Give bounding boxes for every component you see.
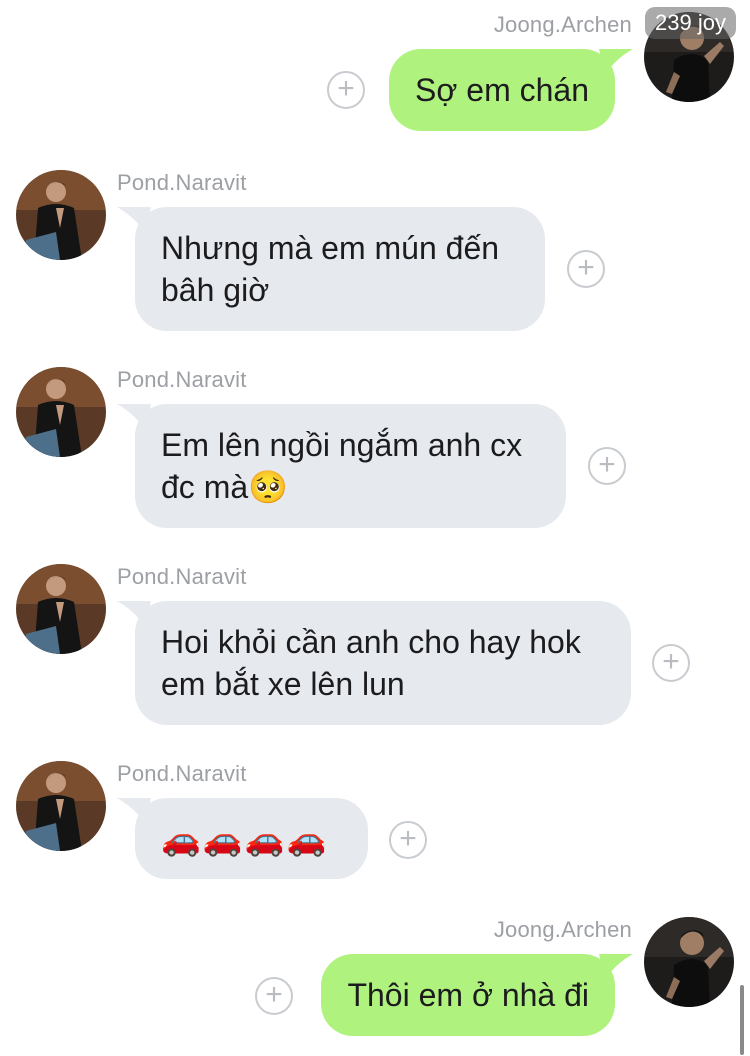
message-text: bâh giờ — [161, 272, 270, 308]
avatar[interactable] — [16, 367, 106, 457]
message-bubble[interactable]: Em lên ngồi ngắm anh cx đc mà🥺 — [117, 404, 566, 528]
message-bubble[interactable]: Nhưng mà em mún đến bâh giờ — [117, 207, 545, 331]
avatar-photo — [644, 917, 734, 1007]
message-text: Hoi khỏi cần anh cho hay hok — [161, 624, 581, 660]
add-reaction-button[interactable]: + — [652, 644, 690, 682]
avatar[interactable] — [644, 917, 734, 1007]
add-reaction-button[interactable]: + — [567, 250, 605, 288]
add-reaction-button[interactable]: + — [327, 71, 365, 109]
scrollbar[interactable] — [740, 985, 744, 1055]
avatar-photo — [16, 564, 106, 654]
message-bubble[interactable]: Thôi em ở nhà đi — [321, 954, 633, 1036]
message-text: đc mà🥺 — [161, 469, 288, 505]
bubble-tail — [117, 404, 151, 430]
avatar-photo — [16, 170, 106, 260]
message-text: Nhưng mà em mún đến — [161, 230, 500, 266]
avatar[interactable] — [16, 170, 106, 260]
bubble-tail — [117, 798, 151, 824]
sender-name: Pond.Naravit — [117, 564, 247, 589]
bubble-tail — [599, 954, 633, 980]
avatar-photo — [16, 367, 106, 457]
sender-name: Joong.Archen — [493, 917, 632, 942]
chat-thread[interactable]: Joong.Archen + Sợ em chán Pond.Naravit N… — [0, 0, 750, 1056]
add-reaction-button[interactable]: + — [389, 821, 427, 859]
unread-counter[interactable]: 239 joy — [645, 7, 736, 39]
message-text: 🚗🚗🚗🚗 — [161, 821, 329, 857]
bubble-tail — [117, 601, 151, 627]
avatar[interactable] — [16, 761, 106, 851]
message-text: Thôi em ở nhà đi — [347, 977, 589, 1013]
sender-name: Pond.Naravit — [117, 367, 247, 392]
avatar[interactable] — [16, 564, 106, 654]
message-text: Sợ em chán — [415, 72, 589, 108]
bubble-tail — [117, 207, 151, 233]
message-bubble[interactable]: Sợ em chán — [389, 49, 633, 131]
bubble-tail — [599, 49, 633, 75]
message-text: Em lên ngồi ngắm anh cx — [161, 427, 523, 463]
message-bubble[interactable]: 🚗🚗🚗🚗 — [117, 798, 368, 879]
sender-name: Joong.Archen — [493, 12, 632, 37]
add-reaction-button[interactable]: + — [255, 977, 293, 1015]
message-text: em bắt xe lên lun — [161, 666, 405, 702]
add-reaction-button[interactable]: + — [588, 447, 626, 485]
sender-name: Pond.Naravit — [117, 761, 247, 786]
message-bubble[interactable]: Hoi khỏi cần anh cho hay hok em bắt xe l… — [117, 601, 631, 725]
sender-name: Pond.Naravit — [117, 170, 247, 195]
avatar-photo — [16, 761, 106, 851]
